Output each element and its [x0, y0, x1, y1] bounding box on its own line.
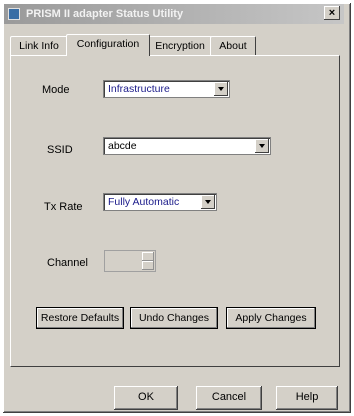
- window-title: PRISM II adapter Status Utility: [26, 8, 184, 20]
- undo-changes-button[interactable]: Undo Changes: [130, 307, 218, 329]
- title-bar: PRISM II adapter Status Utility ×: [4, 4, 344, 24]
- mode-value: Infrastructure: [108, 83, 170, 95]
- mode-label: Mode: [42, 84, 70, 96]
- chevron-down-icon[interactable]: [255, 139, 269, 153]
- ok-button[interactable]: OK: [114, 386, 178, 410]
- apply-changes-button[interactable]: Apply Changes: [226, 307, 316, 329]
- tab-encryption[interactable]: Encryption: [148, 36, 212, 55]
- ssid-label: SSID: [47, 144, 73, 156]
- txrate-label: Tx Rate: [44, 201, 83, 213]
- mode-select[interactable]: Infrastructure: [103, 80, 230, 98]
- spin-down-icon: [142, 261, 154, 270]
- txrate-value: Fully Automatic: [108, 196, 180, 208]
- app-icon: [8, 8, 20, 20]
- spin-up-icon: [142, 252, 154, 261]
- channel-spinner: [104, 250, 156, 272]
- cancel-button[interactable]: Cancel: [196, 386, 262, 410]
- close-button[interactable]: ×: [324, 6, 340, 20]
- ssid-combo[interactable]: abcde: [103, 137, 271, 155]
- restore-defaults-button[interactable]: Restore Defaults: [36, 307, 124, 329]
- txrate-select[interactable]: Fully Automatic: [103, 193, 217, 211]
- chevron-down-icon[interactable]: [201, 195, 215, 209]
- ssid-value: abcde: [108, 140, 137, 152]
- tab-about[interactable]: About: [210, 36, 256, 55]
- help-button[interactable]: Help: [276, 386, 338, 410]
- tab-configuration[interactable]: Configuration: [66, 34, 150, 56]
- channel-label: Channel: [47, 257, 88, 269]
- tab-link-info[interactable]: Link Info: [10, 36, 68, 55]
- chevron-down-icon[interactable]: [214, 82, 228, 96]
